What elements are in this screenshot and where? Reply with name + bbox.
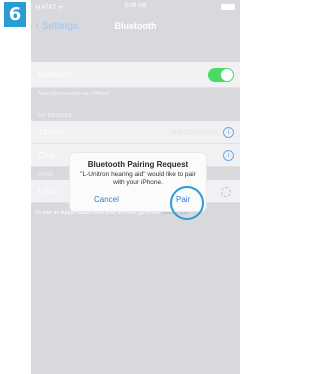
page-title: Bluetooth	[114, 21, 157, 31]
highlight-circle	[170, 186, 204, 220]
dialog-title: Bluetooth Pairing Request	[87, 160, 189, 169]
step-number-badge: 6	[4, 2, 26, 27]
status-time: 9:09 AM	[124, 3, 147, 9]
navigation-bar: ‹ Settings Bluetooth	[31, 14, 240, 38]
device-name: 14AHU	[38, 128, 64, 137]
dialog-message: "L-Unitron hearing aid" would like to pa…	[80, 171, 196, 186]
phone-screen: •ıl AT&T ᯤ 9:09 AM ‹ Settings Bluetooth …	[31, 0, 240, 374]
status-bar: •ıl AT&T ᯤ 9:09 AM	[31, 0, 240, 14]
discoverable-text: Now discoverable as "iPhone".	[38, 91, 113, 97]
device-status: Not Connected	[171, 129, 218, 136]
dialog-buttons: Cancel Pair	[70, 186, 206, 220]
bluetooth-toggle[interactable]	[208, 68, 234, 82]
cancel-button[interactable]: Cancel	[94, 195, 119, 204]
my-devices-header: MY DEVICES	[38, 113, 72, 119]
device-name: Char	[38, 151, 56, 160]
device-name: L-Un	[38, 187, 56, 196]
pairing-dialog: Bluetooth Pairing Request "L-Unitron hea…	[69, 152, 207, 220]
device-row[interactable]: 14AHU Not Connected i	[31, 121, 240, 144]
loading-spinner-icon	[221, 187, 231, 197]
bluetooth-row: Bluetooth	[31, 62, 240, 88]
other-devices-header: OTHE	[38, 172, 54, 178]
toggle-knob	[221, 69, 233, 81]
info-icon[interactable]: i	[223, 150, 234, 161]
info-icon[interactable]: i	[223, 127, 234, 138]
battery-icon	[221, 4, 235, 10]
bluetooth-label: Bluetooth	[38, 70, 72, 79]
